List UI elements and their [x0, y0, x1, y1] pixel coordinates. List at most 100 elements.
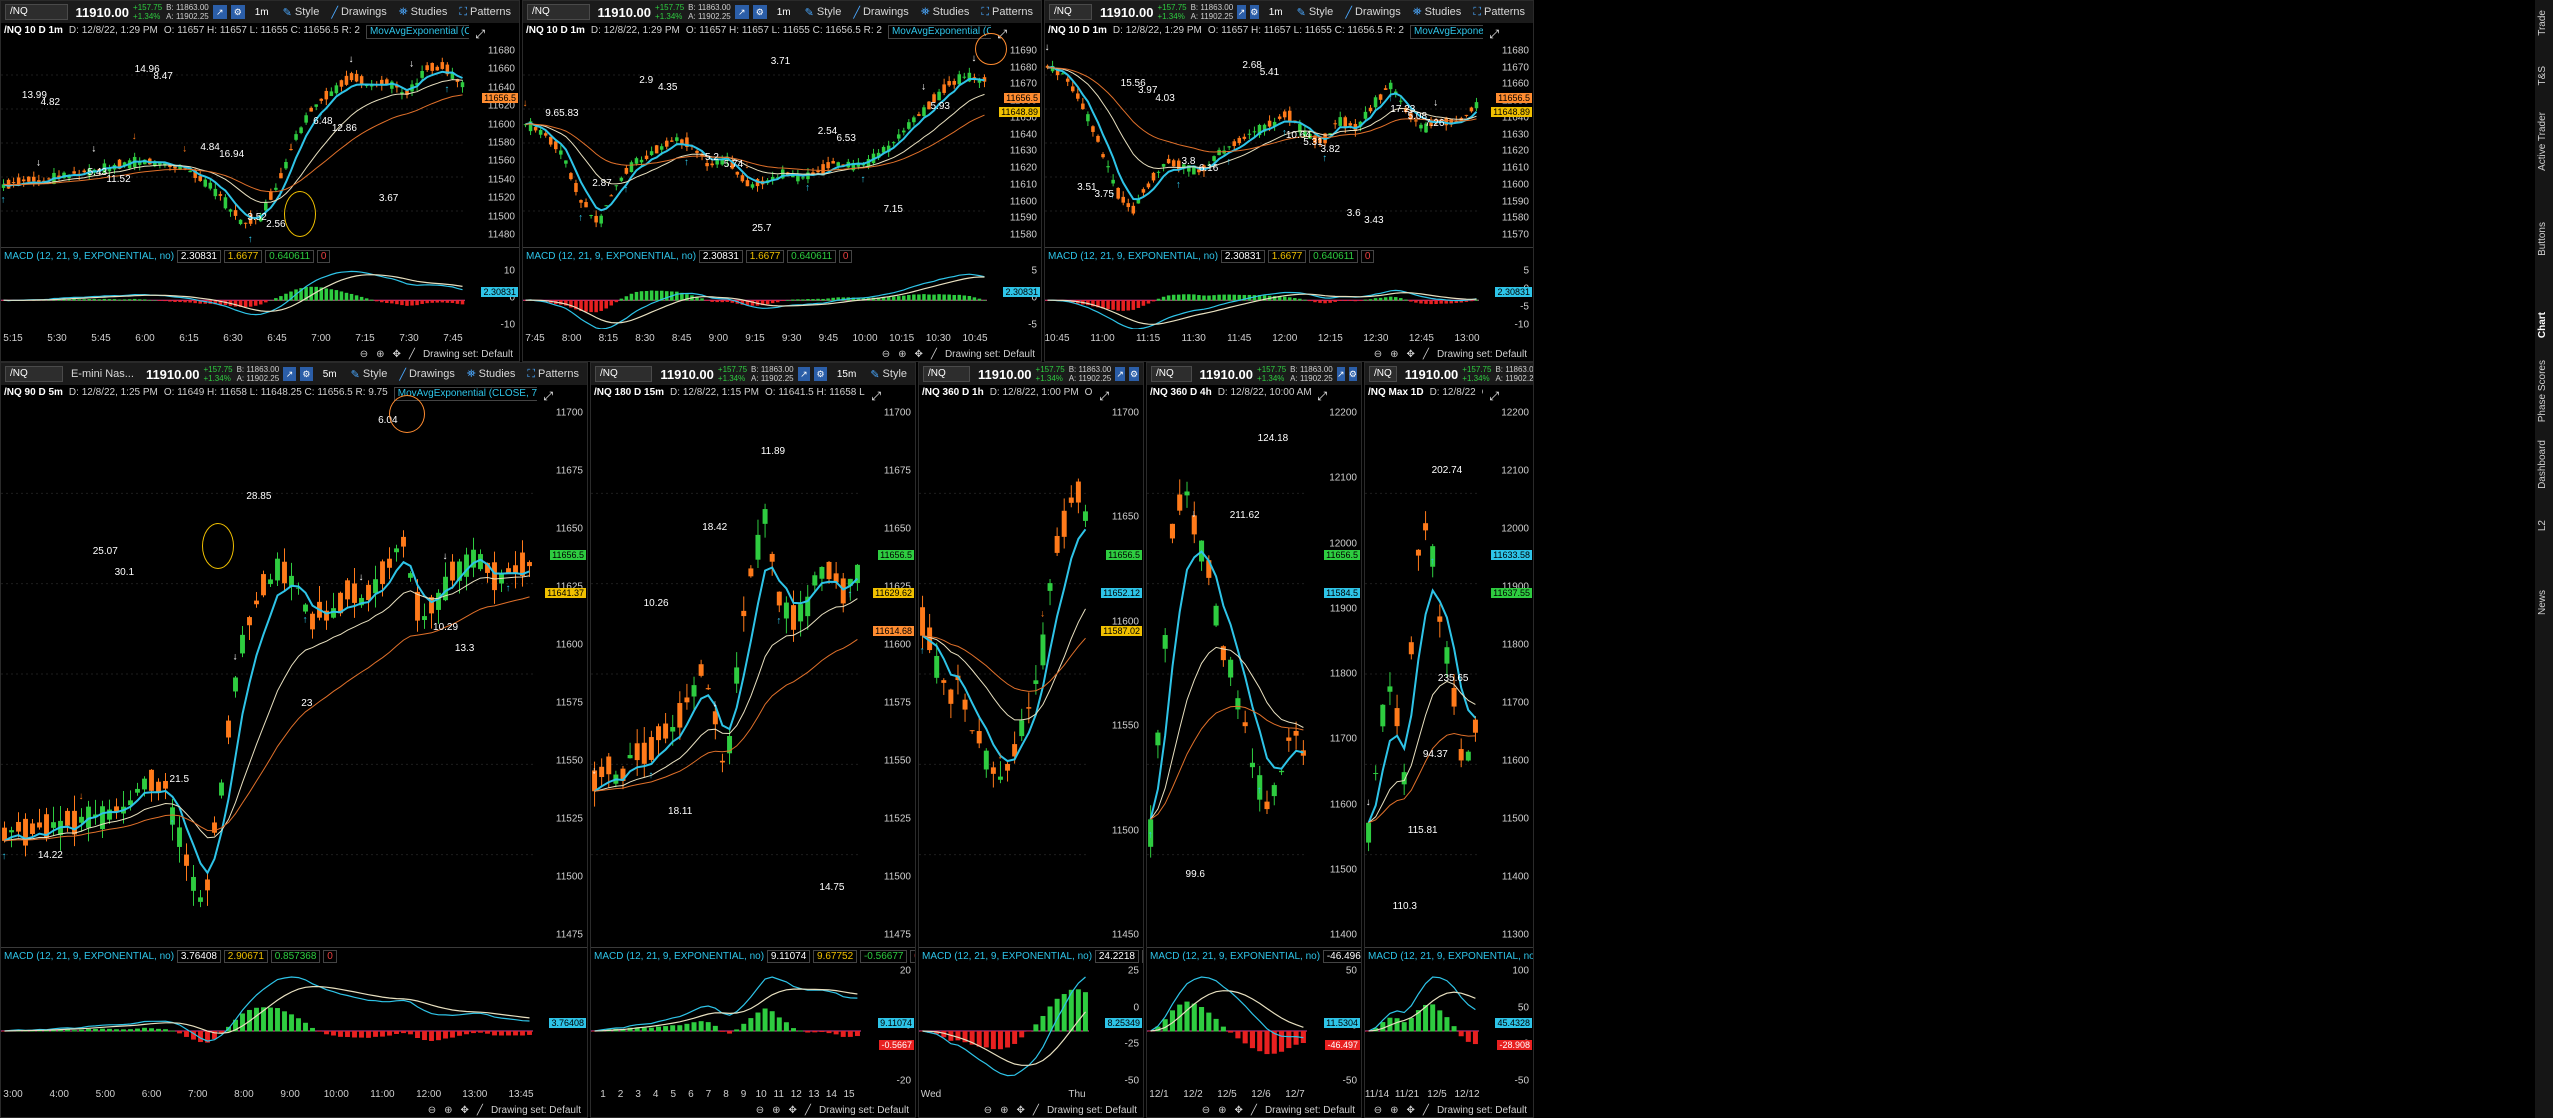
chart-settings-icon[interactable]: ⚙	[1249, 5, 1259, 19]
drawing-set-label[interactable]: Drawing set: Default	[1437, 1105, 1527, 1116]
zoom-out-icon[interactable]: ⊖	[984, 1105, 992, 1116]
zoom-out-icon[interactable]: ⊖	[1374, 1105, 1382, 1116]
sidebar-tab-t-s[interactable]: T&S	[2537, 66, 2548, 85]
studies-button[interactable]: ⛯ Studies	[395, 6, 452, 19]
drawing-set-label[interactable]: Drawing set: Default	[1265, 1105, 1355, 1116]
draw-line-icon[interactable]: ╱	[1033, 1105, 1039, 1116]
ema-study-label[interactable]: MovAvgExponential (CLOSE, 7, 0, no)	[887, 25, 991, 39]
studies-button[interactable]: ⛯ Studies	[1409, 6, 1466, 19]
pan-icon[interactable]: ✥	[1235, 1105, 1243, 1116]
zoom-out-icon[interactable]: ⊖	[1202, 1105, 1210, 1116]
macd-axis[interactable]	[537, 363, 587, 1117]
macd-study-label[interactable]: MACD (12, 21, 9, EXPONENTIAL, no)	[526, 251, 696, 262]
macd-study-label[interactable]: MACD (12, 21, 9, EXPONENTIAL, no)	[594, 951, 764, 962]
symbol-selector[interactable]: /NQ	[1151, 366, 1192, 382]
pane-divider[interactable]	[1045, 247, 1533, 248]
macd-plot[interactable]	[1, 265, 465, 329]
sidebar-tab-news[interactable]: News	[2537, 590, 2548, 615]
share-icon[interactable]: ↗	[1237, 5, 1246, 19]
symbol-selector[interactable]: /NQ	[1369, 366, 1397, 382]
macd-study-label[interactable]: MACD (12, 21, 9, EXPONENTIAL, no)	[4, 951, 174, 962]
macd-study-label[interactable]: MACD (12, 21, 9, EXPONENTIAL, no)	[4, 251, 174, 262]
symbol-selector[interactable]: /NQ	[527, 4, 590, 20]
price-plot[interactable]: ↑ ↓ ↑	[1147, 403, 1307, 945]
macd-axis[interactable]: 500-50	[1311, 363, 1361, 1117]
chart-settings-icon[interactable]: ⚙	[752, 5, 767, 19]
pan-icon[interactable]: ✥	[393, 349, 401, 360]
chart-settings-icon[interactable]: ⚙	[299, 367, 313, 381]
pane-divider[interactable]	[1, 947, 587, 948]
drawings-button[interactable]: ╱ Drawings	[1341, 6, 1404, 19]
draw-line-icon[interactable]: ╱	[1423, 1105, 1429, 1116]
symbol-selector[interactable]: /NQ	[595, 366, 653, 382]
time-axis[interactable]: 11/14 11/21 12/5 12/12	[1365, 1089, 1483, 1101]
macd-plot[interactable]	[919, 965, 1089, 1085]
drawing-set-label[interactable]: Drawing set: Default	[945, 349, 1035, 360]
studies-button[interactable]: ⛯ Studies	[463, 368, 520, 381]
drawings-button[interactable]: ╱ Drawings	[849, 6, 912, 19]
zoom-out-icon[interactable]: ⊖	[360, 349, 368, 360]
style-button[interactable]: ✎ Style	[1293, 6, 1338, 19]
zoom-in-icon[interactable]: ⊕	[772, 1105, 780, 1116]
draw-line-icon[interactable]: ╱	[805, 1105, 811, 1116]
drawing-set-label[interactable]: Drawing set: Default	[491, 1105, 581, 1116]
style-button[interactable]: ✎ Style	[279, 6, 324, 19]
price-plot[interactable]: ↑↓↓↓↓↑↑↑↓ ↓↑	[1, 41, 465, 245]
zoom-out-icon[interactable]: ⊖	[1374, 349, 1382, 360]
style-button[interactable]: ✎ Style	[801, 6, 846, 19]
sidebar-tab-l2[interactable]: L2	[2537, 520, 2548, 531]
chart-settings-icon[interactable]: ⚙	[230, 5, 245, 19]
macd-axis[interactable]: 25 0 -25 -50	[1093, 363, 1143, 1117]
ema-study-label[interactable]: MovAvgExponential (CLOSE, 7, 0, no)	[365, 25, 469, 39]
draw-line-icon[interactable]: ╱	[1251, 1105, 1257, 1116]
sidebar-tab-dashboard[interactable]: Dashboard	[2537, 440, 2548, 489]
chart-settings-icon[interactable]: ⚙	[814, 367, 827, 381]
chart-panel-8[interactable]: /NQ11910.00+157.75+1.34%B: 11863.00A: 11…	[1364, 362, 1534, 1118]
chart-panel-3[interactable]: /NQ 11910.00 +157.75 +1.34% B: 11863.00 A: 11…	[1044, 0, 1534, 362]
sidebar-tab-phase-scores[interactable]: Phase Scores	[2537, 360, 2548, 422]
timeframe-selector[interactable]: 5m	[317, 369, 343, 380]
zoom-in-icon[interactable]: ⊕	[1218, 1105, 1226, 1116]
share-icon[interactable]: ↗	[797, 367, 811, 381]
drawings-button[interactable]: ╱ Drawings	[327, 6, 390, 19]
macd-study-label[interactable]: MACD (12, 21, 9, EXPONENTIAL, no)	[1150, 951, 1320, 962]
pane-divider[interactable]	[523, 247, 1041, 248]
drawing-set-label[interactable]: Drawing set: Default	[1047, 1105, 1137, 1116]
macd-study-label[interactable]: MACD (12, 21, 9, EXPONENTIAL, no)	[1048, 251, 1218, 262]
sidebar-tab-active-trader[interactable]: Active Trader	[2537, 112, 2548, 171]
time-axis[interactable]: 3:00 4:00 5:00 6:00 7:00 8:00 9:00 10:00 11:00 12…	[1, 1089, 537, 1101]
macd-plot[interactable]	[591, 965, 861, 1085]
timeframe-selector[interactable]: 1m	[1263, 7, 1289, 18]
sidebar-tab-trade[interactable]: Trade	[2537, 10, 2548, 36]
symbol-selector[interactable]: /NQ	[923, 366, 971, 382]
drawing-set-label[interactable]: Drawing set: Default	[423, 349, 513, 360]
zoom-in-icon[interactable]: ⊕	[376, 349, 384, 360]
share-icon[interactable]: ↗	[212, 5, 227, 19]
share-icon[interactable]: ↗	[283, 367, 296, 381]
macd-plot[interactable]	[1147, 965, 1307, 1085]
time-axis[interactable]: 12/1 12/2 12/5 12/6 12/7	[1147, 1089, 1311, 1101]
price-plot[interactable]: ↓ ↑ ↓ ↑ ↑	[591, 403, 861, 945]
macd-plot[interactable]	[1045, 265, 1479, 329]
chart-panel-2[interactable]: /NQ 11910.00 +157.75 +1.34% B: 11863.00 A: 11…	[522, 0, 1042, 362]
draw-line-icon[interactable]: ╱	[409, 349, 415, 360]
draw-line-icon[interactable]: ╱	[931, 349, 937, 360]
drawings-button[interactable]: ╱ Drawings	[395, 368, 458, 381]
draw-line-icon[interactable]: ╱	[477, 1105, 483, 1116]
pan-icon[interactable]: ✥	[1407, 349, 1415, 360]
chart-panel-1[interactable]: /NQ 11910.00 +157.75 +1.34% B: 11863.00 A: 11…	[0, 0, 520, 362]
macd-plot[interactable]	[1, 965, 533, 1085]
zoom-out-icon[interactable]: ⊖	[882, 349, 890, 360]
pan-icon[interactable]: ✥	[1407, 1105, 1415, 1116]
price-plot[interactable]: ↓↑↑↑ ↓↑↑↓↓	[523, 41, 987, 245]
price-plot[interactable]: ↑ ↓ ↓	[919, 403, 1089, 945]
macd-axis[interactable]: 10 0 -10	[469, 1, 519, 361]
pan-icon[interactable]: ✥	[1017, 1105, 1025, 1116]
macd-axis[interactable]: 100500-50	[1483, 363, 1533, 1117]
time-axis[interactable]: 5:15 5:30 5:45 6:00 6:15 6:30 6:45 7:00 7:15 7:30…	[1, 333, 469, 345]
chart-panel-4[interactable]: /NQ E-mini Nas... 11910.00 +157.75 +1.34% B: …	[0, 362, 588, 1118]
zoom-out-icon[interactable]: ⊖	[756, 1105, 764, 1116]
symbol-selector[interactable]: /NQ	[5, 4, 68, 20]
macd-plot[interactable]	[523, 265, 987, 329]
timeframe-selector[interactable]: 1m	[771, 7, 797, 18]
